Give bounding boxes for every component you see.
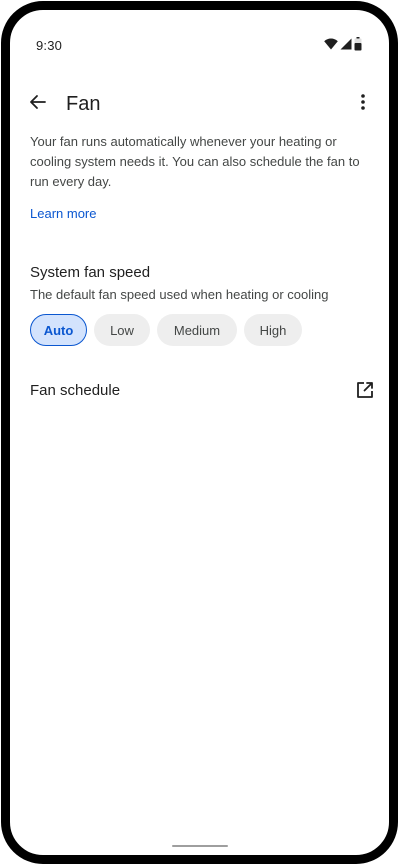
overflow-menu-button[interactable] — [351, 92, 375, 116]
fan-schedule-row[interactable]: Fan schedule — [10, 372, 389, 412]
fan-speed-chip-medium[interactable]: Medium — [157, 314, 237, 346]
fan-speed-chip-low[interactable]: Low — [94, 314, 150, 346]
fan-description: Your fan runs automatically whenever you… — [30, 134, 360, 189]
battery-icon — [354, 36, 362, 56]
fan-speed-chip-auto[interactable]: Auto — [30, 314, 87, 346]
system-fan-speed-subtitle: The default fan speed used when heating … — [30, 287, 329, 302]
arrow-back-icon — [28, 92, 48, 117]
status-time: 9:30 — [36, 38, 63, 53]
fan-speed-chip-high[interactable]: High — [244, 314, 302, 346]
phone-frame: 9:30 Fan Your fan runs automatically whe… — [1, 1, 398, 864]
system-fan-speed-title: System fan speed — [30, 264, 151, 281]
wifi-icon — [324, 37, 338, 55]
back-button[interactable] — [26, 92, 50, 116]
learn-more-link[interactable]: Learn more — [30, 206, 96, 221]
status-bar: 9:30 — [10, 34, 389, 58]
more-vert-icon — [360, 93, 366, 116]
open-in-new-icon[interactable] — [353, 378, 377, 402]
gesture-nav-handle[interactable] — [172, 845, 228, 847]
status-icons — [324, 36, 362, 56]
fan-speed-chips: Auto Low Medium High — [30, 314, 302, 346]
app-bar: Fan — [10, 82, 389, 126]
screen: 9:30 Fan Your fan runs automatically whe… — [10, 10, 389, 855]
cellular-signal-icon — [340, 37, 352, 55]
page-title: Fan — [66, 93, 101, 115]
fan-schedule-label: Fan schedule — [30, 382, 121, 399]
